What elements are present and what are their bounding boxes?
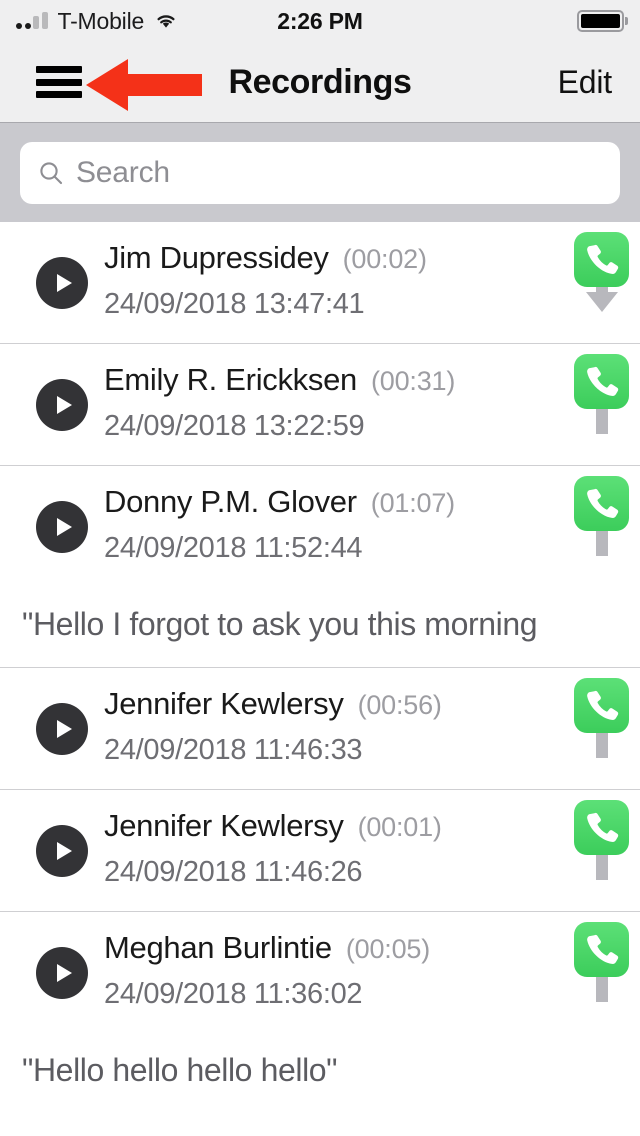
recording-header: Meghan Burlintie (00:05) — [104, 930, 550, 966]
recording-datetime: 24/09/2018 13:22:59 — [104, 410, 365, 442]
recording-note: "Hello hello hello hello" — [0, 1034, 640, 1113]
call-direction-badge — [570, 232, 632, 324]
navigation-bar: Recordings Edit — [0, 42, 640, 122]
phone-icon — [574, 800, 629, 855]
status-bar-left: T-Mobile — [16, 8, 178, 35]
recording-datetime: 24/09/2018 11:46:26 — [104, 856, 363, 888]
recording-row[interactable]: Meghan Burlintie (00:05) 24/09/2018 11:3… — [0, 912, 640, 1034]
play-icon[interactable] — [36, 702, 88, 755]
recording-note-text: "Hello I forgot to ask you this morning — [22, 606, 538, 642]
play-icon[interactable] — [36, 947, 88, 999]
recording-row[interactable]: Jennifer Kewlersy (00:56) 24/09/2018 11:… — [0, 668, 640, 790]
call-direction-badge — [570, 476, 632, 568]
recording-name: Meghan Burlintie — [104, 930, 332, 965]
phone-icon — [574, 476, 629, 531]
recording-row[interactable]: Jim Dupressidey (00:02) 24/09/2018 13:47… — [0, 222, 640, 344]
recording-header: Jim Dupressidey (00:02) — [104, 240, 550, 276]
recording-datetime: 24/09/2018 11:52:44 — [104, 532, 363, 564]
call-direction-badge — [570, 678, 632, 770]
recording-duration: (00:01) — [357, 812, 442, 842]
carrier-label: T-Mobile — [57, 7, 145, 34]
recording-header: Jennifer Kewlersy (00:01) — [104, 808, 550, 844]
recording-name: Jennifer Kewlersy — [104, 808, 344, 843]
app-screen: T-Mobile 2:26 PM Recordings Edit Search … — [0, 0, 640, 1136]
recording-datetime: 24/09/2018 11:46:33 — [104, 734, 363, 766]
phone-icon — [574, 922, 629, 977]
recording-name: Donny P.M. Glover — [104, 484, 357, 519]
recording-row[interactable]: Emily R. Erickksen (00:31) 24/09/2018 13… — [0, 344, 640, 466]
edit-button[interactable]: Edit — [558, 64, 613, 101]
recording-name: Emily R. Erickksen — [104, 362, 357, 397]
recording-duration: (00:56) — [357, 690, 442, 720]
play-icon[interactable] — [36, 501, 88, 553]
call-direction-badge — [570, 354, 632, 446]
phone-icon — [574, 354, 629, 409]
recording-name: Jim Dupressidey — [104, 240, 329, 275]
search-input[interactable]: Search — [20, 141, 620, 204]
phone-icon — [574, 678, 629, 733]
status-bar-right — [577, 10, 624, 32]
search-bar-container: Search — [0, 122, 640, 222]
recordings-list[interactable]: Jim Dupressidey (00:02) 24/09/2018 13:47… — [0, 222, 640, 1136]
recording-duration: (00:31) — [370, 366, 456, 396]
page-title: Recordings — [228, 62, 412, 101]
play-icon[interactable] — [36, 824, 88, 877]
recording-duration: (01:07) — [370, 488, 455, 518]
recording-duration: (00:05) — [345, 934, 430, 964]
wifi-icon — [157, 15, 175, 28]
status-bar: T-Mobile 2:26 PM — [0, 0, 640, 42]
recording-header: Donny P.M. Glover (01:07) — [104, 484, 550, 520]
battery-full-icon — [577, 10, 624, 32]
recording-datetime: 24/09/2018 13:47:41 — [104, 288, 365, 320]
recording-name: Jennifer Kewlersy — [104, 686, 344, 721]
recording-header: Jennifer Kewlersy (00:56) — [104, 686, 550, 722]
recording-header: Emily R. Erickksen (00:31) — [104, 362, 550, 398]
signal-bars-icon — [16, 12, 48, 29]
recording-note-text: "Hello hello hello hello" — [22, 1052, 338, 1088]
recording-row[interactable]: Donny P.M. Glover (01:07) 24/09/2018 11:… — [0, 466, 640, 588]
recording-duration: (00:02) — [342, 244, 427, 274]
call-direction-badge — [570, 800, 632, 892]
search-icon — [40, 161, 63, 184]
recording-note: "Hello I forgot to ask you this morning — [0, 588, 640, 668]
call-direction-badge — [570, 922, 632, 1014]
recording-row[interactable]: Jennifer Kewlersy (00:01) 24/09/2018 11:… — [0, 790, 640, 912]
recording-datetime: 24/09/2018 11:36:02 — [104, 978, 363, 1010]
phone-icon — [574, 232, 629, 287]
play-icon[interactable] — [36, 256, 88, 309]
play-icon[interactable] — [36, 378, 88, 431]
search-placeholder: Search — [76, 155, 170, 189]
